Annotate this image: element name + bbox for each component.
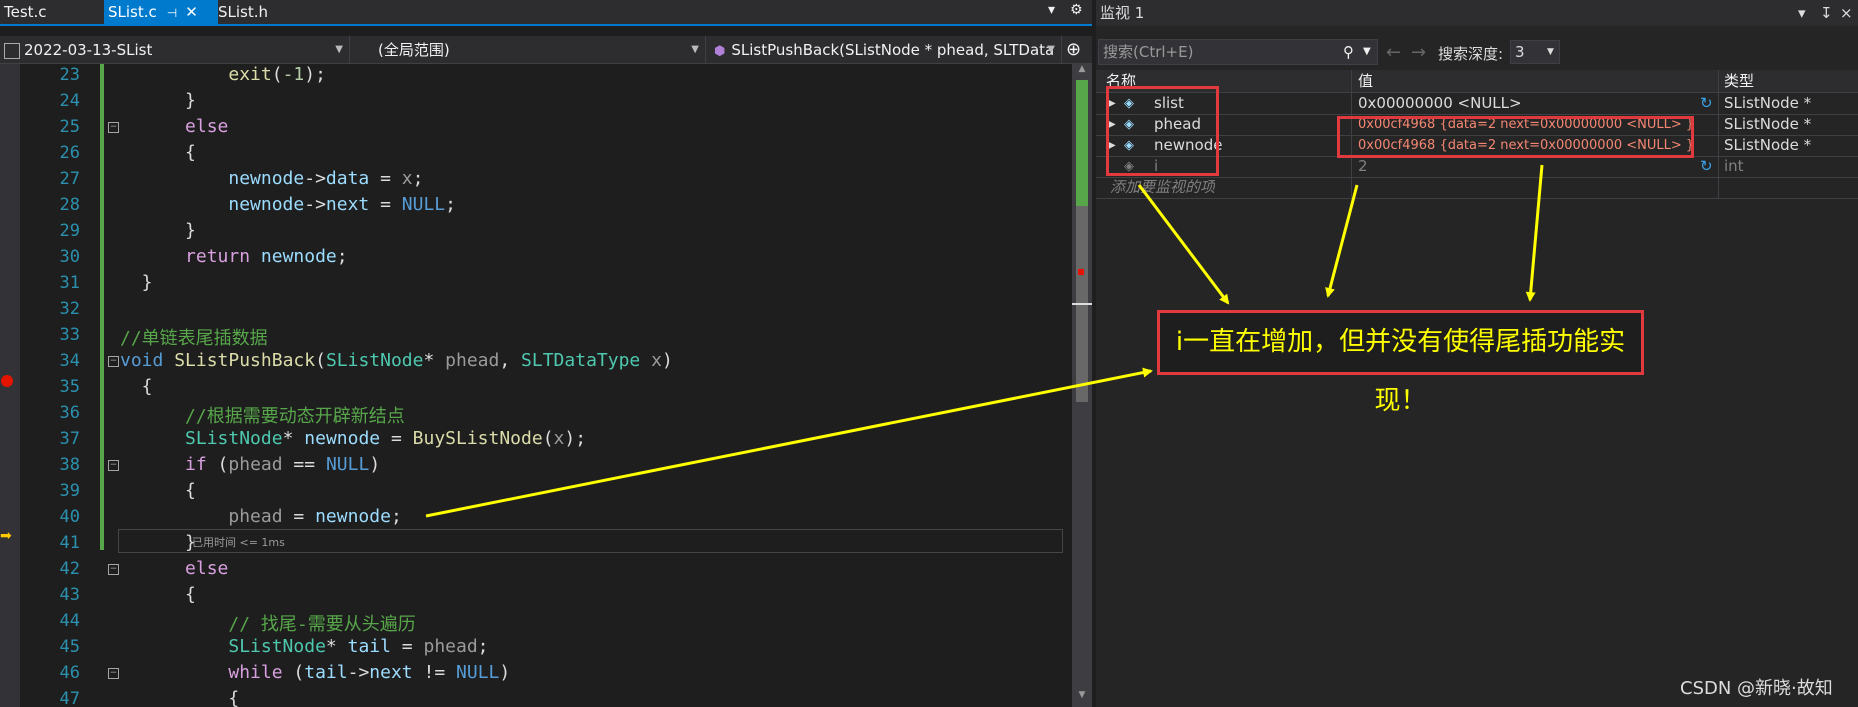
- arrow-to-values: [1325, 184, 1359, 298]
- arrow-to-names: [1137, 184, 1230, 305]
- watermark: CSDN @新晓·故知: [1680, 678, 1833, 699]
- annotation-note: i一直在增加，但并没有使得尾插功能实现！: [1157, 310, 1644, 416]
- arrow-from-code: [425, 367, 1153, 518]
- arrow-to-newnode: [1525, 164, 1544, 302]
